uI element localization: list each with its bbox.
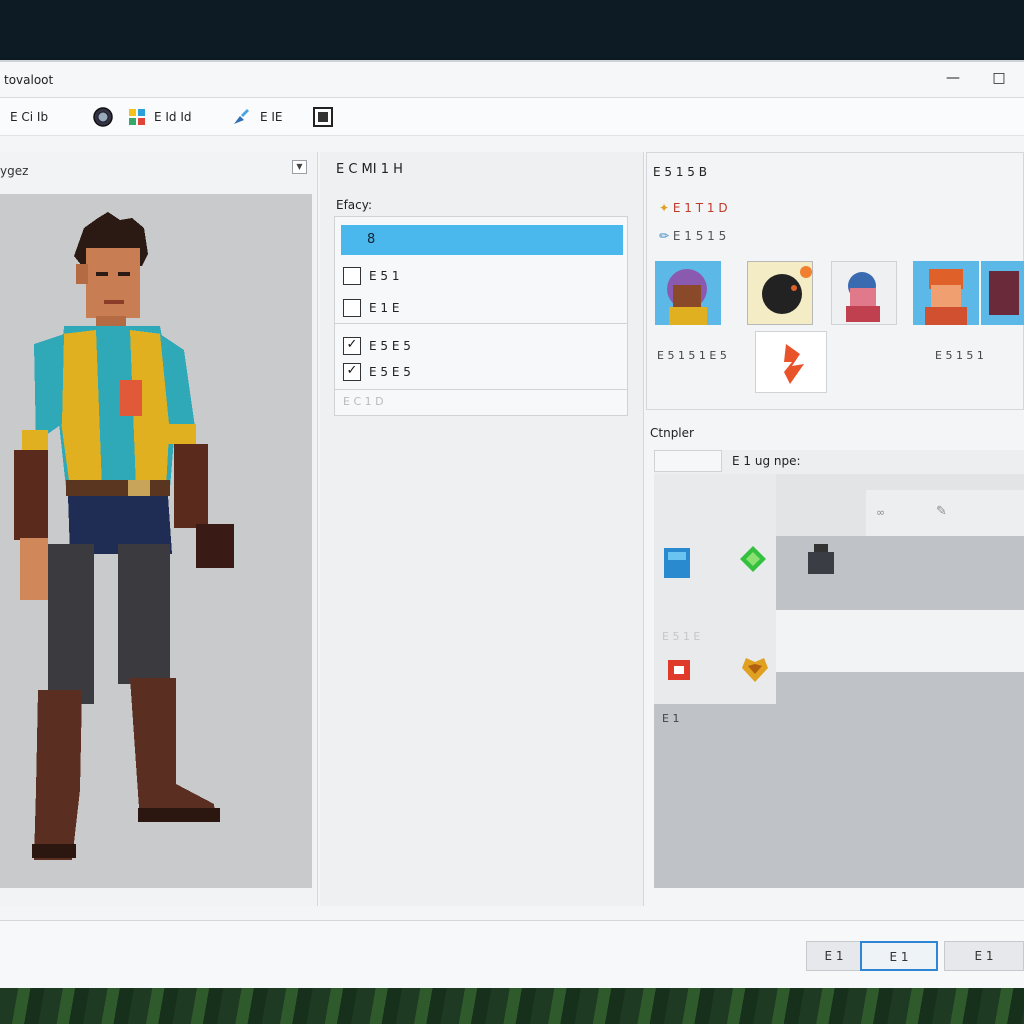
cancel-button[interactable]: E 1 xyxy=(944,941,1024,971)
image-icon[interactable] xyxy=(312,106,334,128)
back-button[interactable]: E 1 xyxy=(806,941,862,971)
portrait-thumb[interactable] xyxy=(981,261,1024,325)
heart-gold-icon[interactable] xyxy=(738,652,772,686)
portrait-option[interactable]: ✏ E 1 5 1 5 xyxy=(659,227,726,245)
shield-red-icon[interactable] xyxy=(662,654,696,688)
brush-icon: ✏ xyxy=(659,229,670,243)
pencil-icon[interactable]: ✎ xyxy=(936,504,947,519)
tab-empty[interactable] xyxy=(654,450,722,472)
helmet-icon[interactable] xyxy=(804,542,838,576)
gem-blue-icon[interactable] xyxy=(660,546,694,580)
component-tabs: E 1 ug npe: xyxy=(654,450,1024,474)
toolbar: E Ci Ib E Id Id E IE xyxy=(0,98,1024,136)
color-icon[interactable] xyxy=(126,106,148,128)
app-window: tovaloot — □ E Ci Ib E Id Id E IE ygez ▼ xyxy=(0,60,1024,990)
checkbox[interactable] xyxy=(343,267,361,285)
character-sprite xyxy=(14,212,234,860)
gem-green-icon[interactable] xyxy=(736,542,770,576)
title-bar: tovaloot — □ xyxy=(0,62,1024,98)
portrait-thumb[interactable] xyxy=(831,261,897,325)
checkbox-checked[interactable]: ✓ xyxy=(343,363,361,381)
item-detail-area xyxy=(776,610,1024,672)
portrait-thumb[interactable] xyxy=(655,261,721,325)
panel-dropdown-button[interactable]: ▼ xyxy=(292,160,307,174)
chain-icon[interactable]: ∞ xyxy=(876,506,885,519)
checkbox[interactable] xyxy=(343,299,361,317)
flame-icon xyxy=(784,344,804,384)
portrait-option[interactable]: ✦ E 1 T 1 D xyxy=(659,199,728,217)
toolbar-menu-view[interactable]: E IE xyxy=(260,106,283,128)
tab-search[interactable]: E 1 ug npe: xyxy=(732,450,801,472)
portrait-thumb[interactable] xyxy=(913,261,979,325)
window-title: tovaloot xyxy=(4,73,54,87)
component-panel: E 1 ug npe: ∞ ✎ E 5 1 E E 1 xyxy=(654,450,1024,888)
preview-panel-title: ygez xyxy=(0,164,29,178)
spark-icon: ✦ xyxy=(659,201,670,215)
brush-icon[interactable] xyxy=(230,106,252,128)
options-label: Efacy: xyxy=(336,198,373,212)
list-item-label: E 5 E 5 xyxy=(369,339,411,353)
component-panel-label: Ctnpler xyxy=(650,426,694,440)
list-item-label: E 5 E 5 xyxy=(369,365,411,379)
options-list: 8 E 5 1 E 1 E ✓ E 5 E 5 ✓ E 5 E 5 E C 1 … xyxy=(334,216,628,416)
portrait-thumb[interactable] xyxy=(747,261,813,325)
divider xyxy=(335,323,627,324)
upload-slot[interactable] xyxy=(755,331,827,393)
options-panel: E C MI 1 H Efacy: 8 E 5 1 E 1 E ✓ E 5 E … xyxy=(320,152,644,906)
list-item-label: E 1 E xyxy=(369,301,400,315)
disabled-list-item: E C 1 D xyxy=(343,395,384,408)
portrait-option-label: E 1 T 1 D xyxy=(672,201,728,215)
item-row-label: E 5 1 E xyxy=(662,630,701,643)
desktop-wallpaper-strip xyxy=(0,988,1024,1024)
minimize-button[interactable]: — xyxy=(940,68,966,90)
selected-list-item[interactable]: 8 xyxy=(341,225,623,255)
desktop-top-bar xyxy=(0,0,1024,58)
portrait-option-label: E 1 5 1 5 xyxy=(672,229,727,243)
portraits-panel: E 5 1 5 B ✦ E 1 T 1 D ✏ E 1 5 1 5 E 5 1 … xyxy=(646,152,1024,410)
checkbox-checked[interactable]: ✓ xyxy=(343,337,361,355)
item-detail-bar: ∞ ✎ xyxy=(866,490,1024,536)
divider xyxy=(335,389,627,390)
character-preview[interactable] xyxy=(0,194,312,888)
dialog-footer: E 1 E 1 E 1 xyxy=(0,920,1024,990)
toolbar-menu-file[interactable]: E Ci Ib xyxy=(10,106,48,128)
globe-icon[interactable] xyxy=(92,106,114,128)
portrait-caption: E 5 1 5 1 xyxy=(935,349,984,362)
ok-button[interactable]: E 1 xyxy=(860,941,938,971)
toolbar-menu-edit[interactable]: E Id Id xyxy=(154,106,192,128)
preview-panel: ygez ▼ xyxy=(0,152,318,906)
options-panel-title: E C MI 1 H xyxy=(336,162,403,177)
list-item-label: E 5 1 xyxy=(369,269,400,283)
item-footer-label: E 1 xyxy=(662,712,680,725)
portraits-panel-title: E 5 1 5 B xyxy=(653,165,707,179)
maximize-button[interactable]: □ xyxy=(986,68,1012,90)
portrait-caption: E 5 1 5 1 E 5 xyxy=(657,349,727,362)
